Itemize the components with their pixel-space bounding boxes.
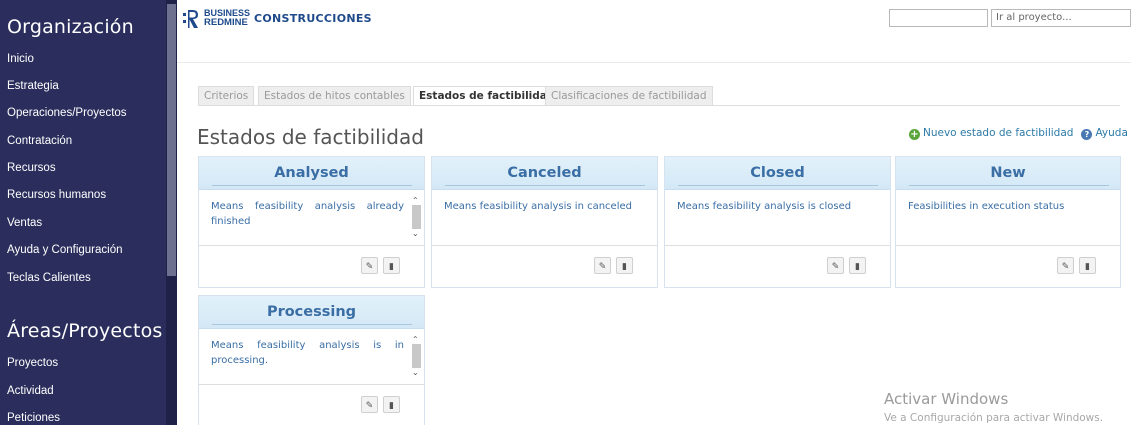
sidebar-item-actividad[interactable]: Actividad <box>7 385 54 397</box>
card-description: Feasibilities in execution status <box>896 190 1120 246</box>
sidebar-item-peticiones[interactable]: Peticiones <box>7 412 60 424</box>
card-description: Means feasibility analysis is closed <box>665 190 890 246</box>
sidebar-item-proyectos[interactable]: Proyectos <box>7 357 58 369</box>
card-description: Means feasibility analysis already finis… <box>199 190 424 246</box>
card-description-text: Means feasibility analysis in canceled <box>444 201 632 212</box>
card-title-underline <box>678 185 878 186</box>
card-footer: ✎ ▮ <box>199 385 424 425</box>
edit-button[interactable]: ✎ <box>827 257 844 274</box>
card-description-text: Means feasibility analysis already finis… <box>211 201 404 227</box>
card-description-text: Means feasibility analysis is closed <box>677 201 852 212</box>
delete-button[interactable]: ▮ <box>616 257 633 274</box>
edit-icon: ✎ <box>1061 261 1070 271</box>
card-title: Closed <box>750 165 805 181</box>
jump-to-project-input[interactable]: Ir al proyecto... <box>991 9 1131 27</box>
card-title: New <box>990 165 1026 181</box>
card-description-text: Means feasibility analysis is in process… <box>211 340 404 366</box>
card-footer: ✎ ▮ <box>896 246 1120 286</box>
card-scrollbar[interactable]: ⌃ ⌄ <box>411 333 422 379</box>
sidebar-item-operaciones-proyectos[interactable]: Operaciones/Proyectos <box>7 107 127 119</box>
edit-icon: ✎ <box>598 261 607 271</box>
status-card-canceled: Canceled Means feasibility analysis in c… <box>431 156 658 288</box>
tab-clasificaciones-factibilidad[interactable]: Clasificaciones de factibilidad <box>545 86 713 105</box>
edit-button[interactable]: ✎ <box>361 257 378 274</box>
card-title-underline <box>909 185 1109 186</box>
edit-button[interactable]: ✎ <box>361 396 378 413</box>
edit-button[interactable]: ✎ <box>594 257 611 274</box>
sidebar-item-teclas-calientes[interactable]: Teclas Calientes <box>7 272 91 284</box>
sidebar-item-ayuda-configuracion[interactable]: Ayuda y Configuración <box>7 244 123 256</box>
new-status-link[interactable]: Nuevo estado de factibilidad <box>923 127 1073 139</box>
status-card-analysed: Analysed Means feasibility analysis alre… <box>198 156 425 288</box>
trash-icon: ▮ <box>855 261 860 271</box>
card-footer: ✎ ▮ <box>665 246 890 286</box>
scroll-down-icon[interactable]: ⌄ <box>412 365 419 380</box>
help-circle-icon: ? <box>1081 129 1093 140</box>
sidebar-scrollbar[interactable] <box>166 0 177 425</box>
status-card-closed: Closed Means feasibility analysis is clo… <box>664 156 891 288</box>
sidebar-item-contratacion[interactable]: Contratación <box>7 135 72 147</box>
edit-icon: ✎ <box>831 261 840 271</box>
sidebar-heading-areas-proyectos: Áreas/Proyectos <box>7 320 163 342</box>
delete-button[interactable]: ▮ <box>383 257 400 274</box>
trash-icon: ▮ <box>622 261 627 271</box>
trash-icon: ▮ <box>389 400 394 410</box>
page-title: Estados de factibilidad <box>197 125 424 149</box>
card-scrollbar[interactable]: ⌃ ⌄ <box>411 194 422 240</box>
card-description: Means feasibility analysis in canceled <box>432 190 657 246</box>
card-description-text: Feasibilities in execution status <box>908 201 1065 212</box>
windows-activation-subtitle: Ve a Configuración para activar Windows. <box>884 412 1104 424</box>
tabs-divider <box>198 105 1120 106</box>
trash-icon: ▮ <box>389 261 394 271</box>
top-header: BUSINESS REDMINE CONSTRUCCIONES Ir al pr… <box>177 0 1131 42</box>
trash-icon: ▮ <box>1085 261 1090 271</box>
card-title: Canceled <box>507 165 582 181</box>
sidebar-scrollbar-thumb[interactable] <box>167 4 176 276</box>
help-link[interactable]: Ayuda <box>1095 127 1127 139</box>
windows-activation-title: Activar Windows <box>884 390 1009 408</box>
edit-icon: ✎ <box>365 261 374 271</box>
edit-button[interactable]: ✎ <box>1057 257 1074 274</box>
status-card-new: New Feasibilities in execution status ✎ … <box>895 156 1121 288</box>
card-description: Means feasibility analysis is in process… <box>199 329 424 385</box>
sidebar: Organización Inicio Estrategia Operacion… <box>0 0 177 425</box>
sidebar-heading-organizacion: Organización <box>7 16 134 38</box>
tab-criterios[interactable]: Criterios <box>198 86 255 105</box>
sidebar-item-recursos-humanos[interactable]: Recursos humanos <box>7 189 106 201</box>
header-divider <box>177 62 1131 63</box>
card-title: Analysed <box>274 165 349 181</box>
card-footer: ✎ ▮ <box>199 246 424 286</box>
delete-button[interactable]: ▮ <box>1079 257 1096 274</box>
card-title: Processing <box>266 304 357 320</box>
tab-estados-factibilidad[interactable]: Estados de factibilidad <box>413 86 561 105</box>
logo-text-redmine: REDMINE <box>204 17 248 28</box>
card-title-underline <box>212 185 412 186</box>
tab-estados-hitos-contables[interactable]: Estados de hitos contables <box>258 86 411 105</box>
sidebar-item-recursos[interactable]: Recursos <box>7 162 56 174</box>
sidebar-item-ventas[interactable]: Ventas <box>7 217 42 229</box>
delete-button[interactable]: ▮ <box>383 396 400 413</box>
plus-circle-icon: + <box>909 129 920 140</box>
card-title-underline <box>445 185 645 186</box>
project-name: CONSTRUCCIONES <box>254 12 372 25</box>
status-card-processing: Processing Means feasibility analysis is… <box>198 295 425 425</box>
edit-icon: ✎ <box>365 400 374 410</box>
card-footer: ✎ ▮ <box>432 246 657 286</box>
search-input[interactable] <box>889 9 988 27</box>
logo-icon <box>183 10 198 28</box>
sidebar-item-inicio[interactable]: Inicio <box>7 53 34 65</box>
sidebar-item-estrategia[interactable]: Estrategia <box>7 80 59 92</box>
scroll-down-icon[interactable]: ⌄ <box>412 226 419 241</box>
page-actions: + Nuevo estado de factibilidad? Ayuda <box>909 127 1128 140</box>
card-title-underline <box>212 324 412 325</box>
delete-button[interactable]: ▮ <box>849 257 866 274</box>
